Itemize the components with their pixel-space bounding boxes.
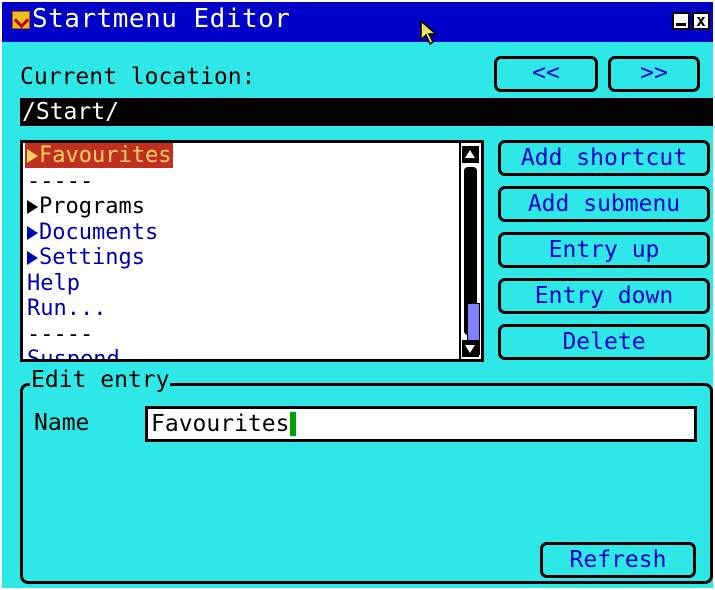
location-path-bar: /Start/ [20,98,713,126]
list-item[interactable]: Suspend [23,347,459,362]
list-separator[interactable]: ----- [23,169,459,195]
refresh-button[interactable]: Refresh [540,542,696,578]
submenu-arrow-icon [27,251,38,265]
menu-entries-container: Favourites ----- Programs Documents Settings… [23,143,459,362]
list-item[interactable]: Documents [23,220,459,246]
list-item-label: Suspend [25,347,122,362]
list-item-label: Help [25,271,82,296]
entry-up-button[interactable]: Entry up [498,232,710,268]
list-scrollbar[interactable] [459,143,481,359]
back-button[interactable]: << [494,56,598,92]
add-submenu-button[interactable]: Add submenu [498,186,710,222]
name-label: Name [34,410,90,436]
list-item-text: Settings [39,245,145,270]
list-separator[interactable]: ----- [23,322,459,348]
scroll-track[interactable] [464,167,480,355]
list-item[interactable]: Help [23,271,459,297]
name-input[interactable]: Favourites [145,406,697,442]
list-item-label: Favourites [25,143,174,168]
list-item-text: ----- [27,168,94,194]
list-item-text: Run... [27,296,107,321]
submenu-arrow-icon [27,149,38,163]
list-item-label: ----- [25,169,95,194]
list-item[interactable]: Run... [23,296,459,322]
list-item-text: Programs [39,194,145,219]
edit-entry-legend: Edit entry [30,367,171,393]
list-item-label: Programs [25,194,147,219]
list-item[interactable]: Programs [23,194,459,220]
list-item-text: Favourites [39,143,172,168]
scroll-up-arrow-icon[interactable] [462,146,479,163]
list-item-label: Settings [25,245,147,270]
list-item-label: Run... [25,296,108,321]
current-location-label: Current location: [20,64,256,90]
list-item-text: Suspend [27,347,120,362]
add-shortcut-button[interactable]: Add shortcut [498,140,710,176]
entry-down-button[interactable]: Entry down [498,278,710,314]
list-item-label: ----- [25,322,95,347]
window-title: Startmenu Editor [32,4,291,34]
list-item-text: Documents [39,219,159,245]
list-item[interactable]: Settings [23,245,459,271]
text-caret [290,412,297,436]
mouse-pointer-icon [420,20,439,46]
close-button[interactable]: x [692,12,710,30]
list-item-text: Help [27,270,80,296]
startmenu-editor-window: Startmenu Editor x Current location: << … [2,2,713,588]
menu-entries-list[interactable]: Favourites ----- Programs Documents Settings… [20,140,484,362]
list-item-text: ----- [27,321,94,347]
title-bar[interactable]: Startmenu Editor x [2,2,713,42]
minimize-button[interactable] [672,12,690,30]
delete-button[interactable]: Delete [498,324,710,360]
submenu-arrow-icon [27,225,38,240]
submenu-arrow-icon [27,200,38,214]
scroll-down-arrow-icon[interactable] [462,340,479,357]
app-icon [12,11,30,29]
forward-button[interactable]: >> [608,56,700,92]
list-item[interactable]: Favourites [23,143,459,169]
list-item-label: Documents [25,220,160,245]
name-input-value: Favourites [151,411,290,437]
